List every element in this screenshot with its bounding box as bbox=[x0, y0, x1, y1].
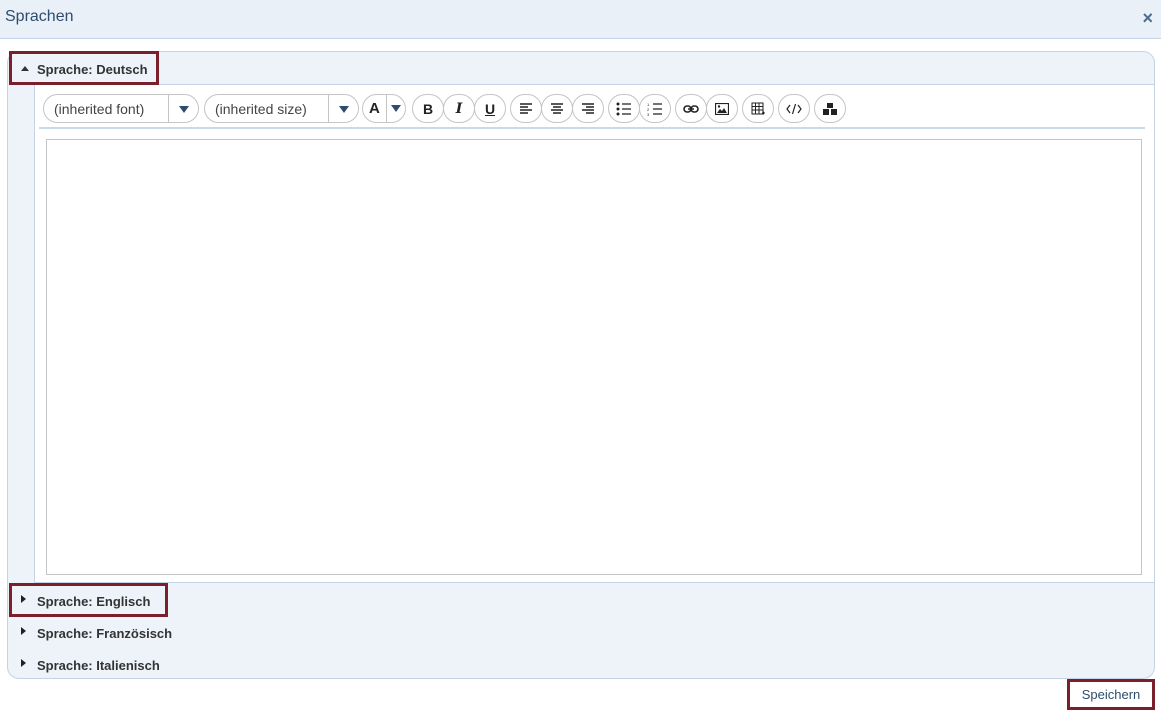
align-right-button[interactable] bbox=[572, 94, 604, 123]
chevron-down-icon[interactable] bbox=[168, 95, 198, 122]
accordion-label: Sprache: Französisch bbox=[37, 626, 173, 641]
source-code-button[interactable] bbox=[778, 94, 810, 123]
image-icon bbox=[715, 102, 729, 115]
underline-button[interactable]: U bbox=[474, 94, 506, 123]
link-icon bbox=[683, 104, 699, 113]
code-icon bbox=[786, 103, 802, 114]
triangle-right-icon bbox=[21, 627, 26, 635]
text-color-button[interactable]: A bbox=[362, 94, 406, 123]
image-button[interactable] bbox=[706, 94, 738, 123]
svg-text:3: 3 bbox=[647, 112, 650, 116]
numbered-list-button[interactable]: 123 bbox=[639, 94, 671, 123]
align-left-button[interactable] bbox=[510, 94, 542, 123]
bullet-list-button[interactable] bbox=[608, 94, 640, 123]
table-button[interactable] bbox=[742, 94, 774, 123]
link-button[interactable] bbox=[675, 94, 707, 123]
close-icon[interactable]: × bbox=[1142, 8, 1153, 28]
highlight-frame-englisch bbox=[9, 583, 168, 617]
rich-text-editor[interactable] bbox=[46, 139, 1142, 575]
align-center-button[interactable] bbox=[541, 94, 573, 123]
chevron-down-icon[interactable] bbox=[328, 95, 358, 122]
triangle-right-icon bbox=[21, 659, 26, 667]
font-select[interactable]: (inherited font) bbox=[43, 94, 199, 123]
align-center-icon bbox=[551, 102, 563, 114]
accordion-header-italienisch[interactable]: Sprache: Italienisch bbox=[8, 648, 1154, 678]
font-select-value: (inherited font) bbox=[54, 101, 145, 117]
accordion-header-franzoesisch[interactable]: Sprache: Französisch bbox=[8, 616, 1154, 648]
numbered-list-icon: 123 bbox=[647, 102, 662, 116]
align-right-icon bbox=[582, 102, 594, 114]
accordion-label: Sprache: Italienisch bbox=[37, 658, 160, 673]
dialog-title: Sprachen bbox=[5, 8, 74, 25]
chevron-down-icon[interactable] bbox=[391, 105, 401, 112]
blocks-button[interactable] bbox=[814, 94, 846, 123]
dialog-titlebar: Sprachen × bbox=[0, 0, 1161, 39]
bullet-list-icon bbox=[616, 102, 631, 115]
size-select-value: (inherited size) bbox=[215, 101, 307, 117]
language-accordion: Sprache: Deutsch (inherited font) (inher… bbox=[7, 51, 1155, 679]
editor-toolbar: (inherited font) (inherited size) A B I … bbox=[39, 89, 1145, 129]
blocks-icon bbox=[823, 102, 837, 115]
bold-button[interactable]: B bbox=[412, 94, 444, 123]
align-left-icon bbox=[520, 102, 532, 114]
italic-button[interactable]: I bbox=[443, 94, 475, 123]
table-icon bbox=[751, 102, 765, 114]
accordion-panel-deutsch: (inherited font) (inherited size) A B I … bbox=[34, 84, 1154, 583]
accordion-header-deutsch[interactable]: Sprache: Deutsch bbox=[8, 52, 1154, 84]
text-color-label: A bbox=[369, 100, 380, 117]
accordion-header-englisch[interactable]: Sprache: Englisch bbox=[8, 584, 1154, 616]
size-select[interactable]: (inherited size) bbox=[204, 94, 359, 123]
highlight-frame-deutsch bbox=[9, 51, 159, 85]
save-button[interactable]: Speichern bbox=[1067, 679, 1155, 710]
